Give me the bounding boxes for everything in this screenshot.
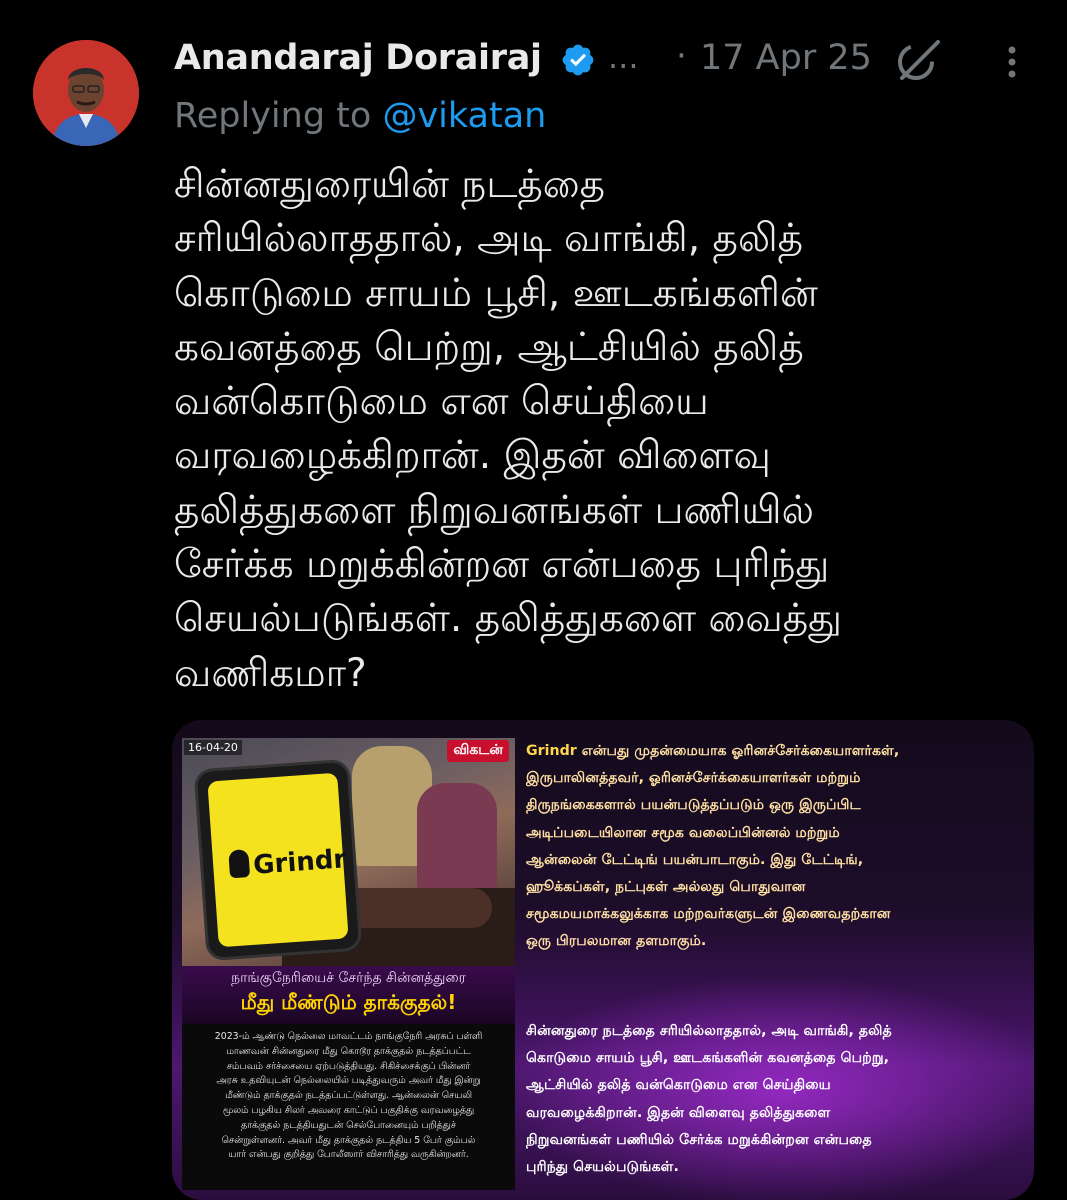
tweet-text-line: கவனத்தை பெற்று, ஆட்சியில் தலித் xyxy=(174,324,804,370)
name-ellipsis: ... xyxy=(608,38,639,76)
tweet-text-line: சேர்க்க மறுக்கின்றன என்பதை புரிந்து xyxy=(174,542,830,588)
reply-handle-link[interactable]: @vikatan xyxy=(382,96,546,136)
info-paragraph-opinion: சின்னதுரை நடத்தை சரியில்லாததால், அடி வாங… xyxy=(526,1018,1026,1181)
attached-image[interactable]: Grindr 16-04-20 விகடன் நாங்குநேரியைச் சே… xyxy=(172,720,1034,1200)
info2-line: ஆட்சியில் தலித் வன்கொடுமை என செய்தியை xyxy=(526,1077,831,1094)
poster-date: 16-04-20 xyxy=(184,740,242,755)
info-line: சமூகமயமாக்கலுக்காக மற்றவர்களுடன் இணைவதற்… xyxy=(526,906,891,923)
info-paragraph-grindr: Grindr என்பது முதன்மையாக ஓரினச்சேர்க்கைய… xyxy=(526,738,1026,956)
poster-body: 2023-ம் ஆண்டு நெல்லை மாவட்டம் நாங்குநேரி… xyxy=(182,1024,515,1190)
avatar-photo-icon xyxy=(33,40,139,146)
phone-graphic: Grindr xyxy=(193,758,363,962)
poster-body-line: அரசு உதவியுடன் நெல்லையில் படித்துவரும் அ… xyxy=(216,1075,481,1087)
tweet-text: சின்னதுரையின் நடத்தை சரியில்லாததால், அடி… xyxy=(174,158,1054,701)
tweet-text-line: சின்னதுரையின் நடத்தை xyxy=(174,162,606,207)
tweet-date[interactable]: 17 Apr 25 xyxy=(700,38,872,78)
grok-icon[interactable] xyxy=(894,36,942,84)
vikatan-logo: விகடன் xyxy=(447,740,509,762)
info-line: ஆன்லைன் டேட்டிங் பயன்பாடாகும். இது டேட்ட… xyxy=(526,851,864,868)
replying-to: Replying to @vikatan xyxy=(174,96,546,136)
info2-line: சின்னதுரை நடத்தை சரியில்லாததால், அடி வாங… xyxy=(526,1023,892,1039)
poster-body-line: சம்பவம் சர்ச்சையை ஏற்படுத்தியது. சிகிச்ச… xyxy=(226,1060,471,1072)
info-line: ஹூக்கப்கள், நட்புகள் அல்லது பொதுவான xyxy=(526,879,806,896)
poster-body-line: தாக்குதல் நடத்தியதுடன் செல்போனையும் பறித… xyxy=(241,1119,456,1131)
poster-body-line: 2023-ம் ஆண்டு நெல்லை மாவட்டம் நாங்குநேரி… xyxy=(214,1031,483,1042)
grindr-mask-icon xyxy=(228,849,251,879)
tweet-text-line: வரவழைக்கிறான். இதன் விளைவு xyxy=(174,433,771,479)
info-line: அடிப்படையிலான சமூக வலைப்பின்னல் மற்றும் xyxy=(526,824,840,841)
poster-headline: நாங்குநேரியைச் சேர்ந்த சின்னத்துரை மீது … xyxy=(182,966,515,1024)
info-line: ஒரு பிரபலமான தளமாகும். xyxy=(526,933,707,950)
info2-line: புரிந்து செயல்படுங்கள். xyxy=(526,1159,679,1176)
verified-badge-icon xyxy=(562,44,594,76)
info2-line: வரவழைக்கிறான். இதன் விளைவு தலித்துகளை xyxy=(526,1104,831,1121)
replying-prefix: Replying to xyxy=(174,96,383,136)
info-line: திருநங்கைகளால் பயன்படுத்தப்படும் ஒரு இரு… xyxy=(526,797,861,814)
phone-screen: Grindr xyxy=(207,772,349,948)
tweet-text-line: வணிகமா? xyxy=(174,650,367,696)
info-keyword: Grindr xyxy=(526,743,577,759)
info-line: Grindr என்பது முதன்மையாக ஓரினச்சேர்க்கைய… xyxy=(526,738,1026,765)
tweet-text-line: தலித்துகளை நிறுவனங்கள் பணியில் xyxy=(174,487,814,533)
avatar[interactable] xyxy=(33,40,139,146)
phone-app-name: Grindr xyxy=(252,844,348,881)
tweet-text-line: சரியில்லாததால், அடி வாங்கி, தலித் xyxy=(174,216,804,262)
tweet-text-line: செயல்படுங்கள். தலித்துகளை வைத்து xyxy=(174,596,842,642)
poster-body-line: யார் என்பது குறித்து போலீஸார் விசாரித்து… xyxy=(228,1149,469,1161)
poster-headline-1: நாங்குநேரியைச் சேர்ந்த சின்னத்துரை xyxy=(231,970,466,986)
poster-body-line: மாணவன் சின்னதுரை மீது கொடூர தாக்குதல் நட… xyxy=(226,1045,471,1057)
poster-headline-2: மீது மீண்டும் தாக்குதல்! xyxy=(240,990,457,1014)
photo-figure xyxy=(417,783,497,893)
info-line-text: என்பது முதன்மையாக ஓரினச்சேர்க்கையாளர்கள்… xyxy=(576,743,900,759)
info-line: இருபாலினத்தவர், ஓரினச்சேர்க்கையாளர்கள் ம… xyxy=(526,770,861,787)
poster-body-line: சென்றுள்ளனர். அவர் மீது தாக்குதல் நடத்தி… xyxy=(221,1134,476,1146)
news-poster: Grindr 16-04-20 விகடன் நாங்குநேரியைச் சே… xyxy=(182,738,515,1190)
separator-dot: · xyxy=(676,36,687,76)
more-icon[interactable] xyxy=(1000,42,1024,82)
tweet-text-line: வன்கொடுமை என செய்தியை xyxy=(174,379,709,425)
news-photo: Grindr 16-04-20 விகடன் xyxy=(182,738,515,966)
author-name[interactable]: Anandaraj Dorairaj xyxy=(174,38,542,78)
poster-body-line: மீண்டும் தாக்குதல் நடத்தப்பட்டுள்ளது. ஆன… xyxy=(225,1090,472,1102)
poster-body-line: மூலம் பழகிய சிலர் அவரை காட்டுப் பகுதிக்க… xyxy=(222,1104,475,1116)
tweet-text-line: கொடுமை சாயம் பூசி, ஊடகங்களின் xyxy=(174,270,818,316)
info2-line: கொடுமை சாயம் பூசி, ஊடகங்களின் கவனத்தை பெ… xyxy=(526,1050,890,1067)
info2-line: நிறுவனங்கள் பணியில் சேர்க்க மறுக்கின்றன … xyxy=(526,1131,872,1148)
